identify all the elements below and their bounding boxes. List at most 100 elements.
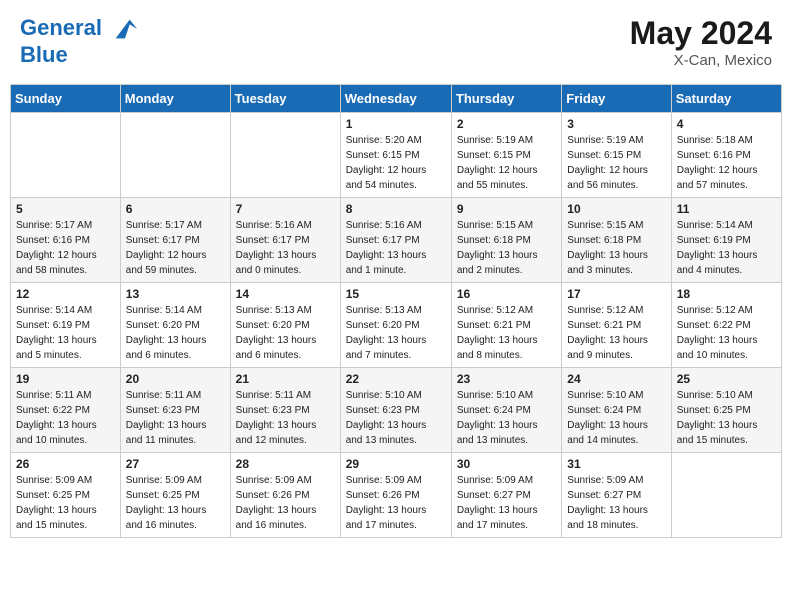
day-number: 14 xyxy=(236,287,335,301)
weekday-header-row: SundayMondayTuesdayWednesdayThursdayFrid… xyxy=(11,85,782,113)
day-number: 25 xyxy=(677,372,776,386)
day-number: 21 xyxy=(236,372,335,386)
day-info: Sunrise: 5:11 AM Sunset: 6:23 PM Dayligh… xyxy=(236,388,335,448)
day-cell-20: 20 Sunrise: 5:11 AM Sunset: 6:23 PM Dayli… xyxy=(120,368,230,453)
day-info: Sunrise: 5:14 AM Sunset: 6:19 PM Dayligh… xyxy=(677,218,776,278)
day-number: 27 xyxy=(126,457,225,471)
weekday-sunday: Sunday xyxy=(11,85,121,113)
day-cell-30: 30 Sunrise: 5:09 AM Sunset: 6:27 PM Dayli… xyxy=(451,453,561,538)
day-info: Sunrise: 5:17 AM Sunset: 6:16 PM Dayligh… xyxy=(16,218,115,278)
day-info: Sunrise: 5:09 AM Sunset: 6:25 PM Dayligh… xyxy=(126,473,225,533)
weekday-saturday: Saturday xyxy=(671,85,781,113)
day-info: Sunrise: 5:16 AM Sunset: 6:17 PM Dayligh… xyxy=(346,218,446,278)
day-number: 12 xyxy=(16,287,115,301)
day-cell-8: 8 Sunrise: 5:16 AM Sunset: 6:17 PM Daylig… xyxy=(340,198,451,283)
day-number: 30 xyxy=(457,457,556,471)
day-number: 24 xyxy=(567,372,665,386)
day-cell-16: 16Sunrise: 5:12 AM Sunset: 6:21 PM Dayli… xyxy=(451,283,561,368)
day-info: Sunrise: 5:09 AM Sunset: 6:25 PM Dayligh… xyxy=(16,473,115,533)
location: X-Can, Mexico xyxy=(630,52,772,69)
week-row-2: 5 Sunrise: 5:17 AM Sunset: 6:16 PM Daylig… xyxy=(11,198,782,283)
empty-cell xyxy=(230,113,340,198)
day-number: 28 xyxy=(236,457,335,471)
day-cell-25: 25 Sunrise: 5:10 AM Sunset: 6:25 PM Dayli… xyxy=(671,368,781,453)
day-cell-24: 24 Sunrise: 5:10 AM Sunset: 6:24 PM Dayli… xyxy=(562,368,671,453)
day-number: 23 xyxy=(457,372,556,386)
day-number: 13 xyxy=(126,287,225,301)
week-row-4: 19 Sunrise: 5:11 AM Sunset: 6:22 PM Dayli… xyxy=(11,368,782,453)
day-info: Sunrise: 5:11 AM Sunset: 6:22 PM Dayligh… xyxy=(16,388,115,448)
month-title: May 2024 xyxy=(630,15,772,52)
day-info: Sunrise: 5:19 AM Sunset: 6:15 PM Dayligh… xyxy=(457,133,556,193)
day-info: Sunrise: 5:14 AM Sunset: 6:20 PM Dayligh… xyxy=(126,303,225,363)
week-row-1: 1Sunrise: 5:20 AM Sunset: 6:15 PM Daylig… xyxy=(11,113,782,198)
day-number: 29 xyxy=(346,457,446,471)
day-cell-17: 17 Sunrise: 5:12 AM Sunset: 6:21 PM Dayli… xyxy=(562,283,671,368)
day-cell-19: 19 Sunrise: 5:11 AM Sunset: 6:22 PM Dayli… xyxy=(11,368,121,453)
day-cell-9: 9Sunrise: 5:15 AM Sunset: 6:18 PM Daylig… xyxy=(451,198,561,283)
logo-text: General Blue xyxy=(20,15,139,67)
day-info: Sunrise: 5:11 AM Sunset: 6:23 PM Dayligh… xyxy=(126,388,225,448)
day-cell-28: 28 Sunrise: 5:09 AM Sunset: 6:26 PM Dayli… xyxy=(230,453,340,538)
day-info: Sunrise: 5:09 AM Sunset: 6:26 PM Dayligh… xyxy=(346,473,446,533)
day-info: Sunrise: 5:15 AM Sunset: 6:18 PM Dayligh… xyxy=(457,218,556,278)
empty-cell xyxy=(11,113,121,198)
day-cell-23: 23Sunrise: 5:10 AM Sunset: 6:24 PM Dayli… xyxy=(451,368,561,453)
day-info: Sunrise: 5:15 AM Sunset: 6:18 PM Dayligh… xyxy=(567,218,665,278)
empty-cell xyxy=(120,113,230,198)
day-number: 19 xyxy=(16,372,115,386)
day-cell-21: 21 Sunrise: 5:11 AM Sunset: 6:23 PM Dayli… xyxy=(230,368,340,453)
day-cell-26: 26Sunrise: 5:09 AM Sunset: 6:25 PM Dayli… xyxy=(11,453,121,538)
title-block: May 2024 X-Can, Mexico xyxy=(630,15,772,69)
day-cell-22: 22 Sunrise: 5:10 AM Sunset: 6:23 PM Dayli… xyxy=(340,368,451,453)
day-number: 22 xyxy=(346,372,446,386)
day-number: 17 xyxy=(567,287,665,301)
day-info: Sunrise: 5:20 AM Sunset: 6:15 PM Dayligh… xyxy=(346,133,446,193)
day-cell-3: 3Sunrise: 5:19 AM Sunset: 6:15 PM Daylig… xyxy=(562,113,671,198)
day-number: 31 xyxy=(567,457,665,471)
weekday-monday: Monday xyxy=(120,85,230,113)
day-info: Sunrise: 5:09 AM Sunset: 6:27 PM Dayligh… xyxy=(457,473,556,533)
empty-cell xyxy=(671,453,781,538)
calendar-table: SundayMondayTuesdayWednesdayThursdayFrid… xyxy=(10,84,782,538)
day-number: 2 xyxy=(457,117,556,131)
day-number: 20 xyxy=(126,372,225,386)
logo: General Blue xyxy=(20,15,139,67)
day-cell-31: 31 Sunrise: 5:09 AM Sunset: 6:27 PM Dayli… xyxy=(562,453,671,538)
weekday-thursday: Thursday xyxy=(451,85,561,113)
day-cell-2: 2 Sunrise: 5:19 AM Sunset: 6:15 PM Daylig… xyxy=(451,113,561,198)
day-info: Sunrise: 5:13 AM Sunset: 6:20 PM Dayligh… xyxy=(236,303,335,363)
day-cell-13: 13 Sunrise: 5:14 AM Sunset: 6:20 PM Dayli… xyxy=(120,283,230,368)
day-info: Sunrise: 5:16 AM Sunset: 6:17 PM Dayligh… xyxy=(236,218,335,278)
weekday-wednesday: Wednesday xyxy=(340,85,451,113)
day-number: 4 xyxy=(677,117,776,131)
day-info: Sunrise: 5:10 AM Sunset: 6:25 PM Dayligh… xyxy=(677,388,776,448)
day-info: Sunrise: 5:18 AM Sunset: 6:16 PM Dayligh… xyxy=(677,133,776,193)
day-info: Sunrise: 5:09 AM Sunset: 6:27 PM Dayligh… xyxy=(567,473,665,533)
day-number: 6 xyxy=(126,202,225,216)
day-cell-1: 1Sunrise: 5:20 AM Sunset: 6:15 PM Daylig… xyxy=(340,113,451,198)
weekday-friday: Friday xyxy=(562,85,671,113)
day-info: Sunrise: 5:12 AM Sunset: 6:22 PM Dayligh… xyxy=(677,303,776,363)
day-cell-6: 6Sunrise: 5:17 AM Sunset: 6:17 PM Daylig… xyxy=(120,198,230,283)
day-info: Sunrise: 5:10 AM Sunset: 6:24 PM Dayligh… xyxy=(567,388,665,448)
day-cell-11: 11Sunrise: 5:14 AM Sunset: 6:19 PM Dayli… xyxy=(671,198,781,283)
weekday-tuesday: Tuesday xyxy=(230,85,340,113)
week-row-3: 12Sunrise: 5:14 AM Sunset: 6:19 PM Dayli… xyxy=(11,283,782,368)
day-number: 8 xyxy=(346,202,446,216)
page-header: General Blue May 2024 X-Can, Mexico xyxy=(10,10,782,74)
day-cell-7: 7 Sunrise: 5:16 AM Sunset: 6:17 PM Daylig… xyxy=(230,198,340,283)
day-number: 15 xyxy=(346,287,446,301)
day-info: Sunrise: 5:12 AM Sunset: 6:21 PM Dayligh… xyxy=(567,303,665,363)
day-cell-5: 5 Sunrise: 5:17 AM Sunset: 6:16 PM Daylig… xyxy=(11,198,121,283)
day-info: Sunrise: 5:09 AM Sunset: 6:26 PM Dayligh… xyxy=(236,473,335,533)
day-cell-4: 4 Sunrise: 5:18 AM Sunset: 6:16 PM Daylig… xyxy=(671,113,781,198)
day-number: 5 xyxy=(16,202,115,216)
day-cell-29: 29 Sunrise: 5:09 AM Sunset: 6:26 PM Dayli… xyxy=(340,453,451,538)
day-info: Sunrise: 5:10 AM Sunset: 6:23 PM Dayligh… xyxy=(346,388,446,448)
day-number: 16 xyxy=(457,287,556,301)
day-number: 7 xyxy=(236,202,335,216)
day-info: Sunrise: 5:13 AM Sunset: 6:20 PM Dayligh… xyxy=(346,303,446,363)
day-cell-15: 15 Sunrise: 5:13 AM Sunset: 6:20 PM Dayli… xyxy=(340,283,451,368)
day-cell-10: 10Sunrise: 5:15 AM Sunset: 6:18 PM Dayli… xyxy=(562,198,671,283)
